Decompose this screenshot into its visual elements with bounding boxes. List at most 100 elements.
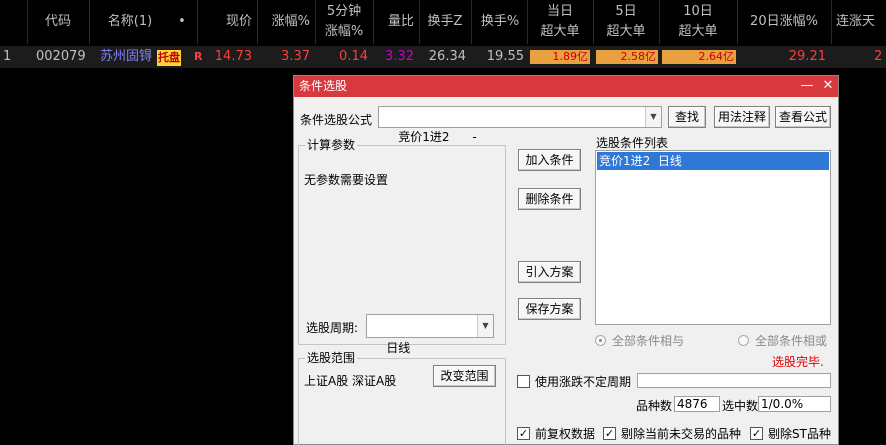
header-volume-ratio[interactable]: 量比 xyxy=(374,0,418,44)
header-today-big[interactable]: 当日 超大单 xyxy=(528,0,592,44)
checkbox-icon xyxy=(517,375,530,388)
period-select[interactable]: 日线 ▼ xyxy=(366,314,494,355)
add-condition-button[interactable]: 加入条件 xyxy=(518,149,581,171)
row-five-min: 0.14 xyxy=(339,49,368,64)
header-d10-big[interactable]: 10日 超大单 xyxy=(660,0,736,44)
radio-or-label: 全部条件相或 xyxy=(755,334,828,348)
header-name[interactable]: 名称(1) xyxy=(90,0,170,44)
header-divider xyxy=(27,0,28,44)
check-icon: ✓ xyxy=(603,427,616,440)
header-dot: • xyxy=(178,14,186,29)
uncertain-period-label: 使用涨跌不定周期 xyxy=(535,375,632,389)
header-turnover[interactable]: 换手% xyxy=(472,0,528,44)
usage-notes-button[interactable]: 用法注释 xyxy=(714,106,770,128)
header-divider xyxy=(197,0,198,44)
header-divider xyxy=(659,0,660,44)
header-today-line1: 当日 xyxy=(546,4,573,19)
remove-untraded-checkbox[interactable]: ✓ 剔除当前未交易的品种 xyxy=(603,425,741,442)
minimize-icon[interactable]: — xyxy=(799,76,815,97)
row-d5-big-bar: 2.58亿 xyxy=(596,50,658,64)
radio-dot-icon xyxy=(738,335,749,346)
delete-condition-button[interactable]: 删除条件 xyxy=(518,188,581,210)
header-divider xyxy=(831,0,832,44)
row-name[interactable]: 苏州固锝 xyxy=(100,46,152,68)
count-value: 4876 xyxy=(674,396,720,412)
chevron-down-icon[interactable]: ▼ xyxy=(645,107,661,127)
header-price[interactable]: 现价 xyxy=(200,0,256,44)
row-change-pct: 3.37 xyxy=(281,49,310,64)
header-d10-line1: 10日 xyxy=(683,4,713,19)
header-turnover-z[interactable]: 换手Z xyxy=(420,0,470,44)
header-d20[interactable]: 20日涨幅% xyxy=(738,0,830,44)
count-label: 品种数 xyxy=(636,399,673,413)
selected-label: 选中数 xyxy=(722,399,759,413)
period-select-value: 日线 xyxy=(386,341,411,355)
range-text: 上证A股 深证A股 xyxy=(304,374,397,388)
header-d5-big[interactable]: 5日 超大单 xyxy=(594,0,658,44)
header-divider xyxy=(257,0,258,44)
row-index: 1 xyxy=(3,49,12,64)
radio-dot-icon xyxy=(595,335,606,346)
check-icon: ✓ xyxy=(517,427,530,440)
chevron-down-icon[interactable]: ▼ xyxy=(477,315,493,337)
status-text: 选股完毕. xyxy=(772,355,824,369)
row-volume-ratio: 3.32 xyxy=(385,49,414,64)
row-d20: 29.21 xyxy=(788,49,826,64)
header-divider xyxy=(373,0,374,44)
header-divider xyxy=(737,0,738,44)
check-icon: ✓ xyxy=(750,427,763,440)
params-group-title: 计算参数 xyxy=(305,138,358,152)
change-range-button[interactable]: 改变范围 xyxy=(433,365,496,387)
header-d10-line2: 超大单 xyxy=(678,24,718,39)
header-change-pct[interactable]: 涨幅% xyxy=(258,0,314,44)
header-divider xyxy=(527,0,528,44)
condition-listbox[interactable]: 竞价1进2 日线 xyxy=(595,150,831,325)
remove-st-label: 剔除ST品种 xyxy=(768,427,831,441)
condition-select-dialog: 条件选股 — ✕ 条件选股公式 竞价1进2 - ▼ 查找 用法注释 查看公式 计… xyxy=(293,75,839,445)
formula-label: 条件选股公式 xyxy=(300,113,373,127)
selected-value: 1/0.0% xyxy=(758,396,831,412)
header-divider xyxy=(471,0,472,44)
condition-list-label: 选股条件列表 xyxy=(596,136,669,150)
remove-untraded-label: 剔除当前未交易的品种 xyxy=(621,427,742,441)
adjusted-data-checkbox[interactable]: ✓ 前复权数据 xyxy=(517,425,595,442)
params-text: 无参数需要设置 xyxy=(304,173,389,187)
radio-and[interactable]: 全部条件相与 xyxy=(595,332,684,349)
header-divider xyxy=(593,0,594,44)
adjusted-data-label: 前复权数据 xyxy=(535,427,596,441)
formula-select-value: 竞价1进2 - xyxy=(398,130,477,144)
close-icon[interactable]: ✕ xyxy=(820,76,836,97)
dialog-titlebar[interactable]: 条件选股 xyxy=(294,76,838,97)
save-plan-button[interactable]: 保存方案 xyxy=(518,298,581,320)
header-index xyxy=(0,0,28,44)
uncertain-period-checkbox[interactable]: 使用涨跌不定周期 xyxy=(517,373,631,390)
uncertain-period-field[interactable] xyxy=(637,373,831,388)
row-code: 002079 xyxy=(36,49,86,64)
header-five-min-line1: 5分钟 xyxy=(326,4,362,19)
row-d10-big-bar: 2.64亿 xyxy=(662,50,736,64)
header-d5-line2: 超大单 xyxy=(606,24,646,39)
header-divider xyxy=(89,0,90,44)
import-plan-button[interactable]: 引入方案 xyxy=(518,261,581,283)
range-group-title: 选股范围 xyxy=(305,351,358,365)
header-code[interactable]: 代码 xyxy=(28,0,88,44)
header-divider xyxy=(315,0,316,44)
search-button[interactable]: 查找 xyxy=(668,106,706,128)
header-five-min-line2: 涨幅% xyxy=(324,24,364,39)
condition-list-item[interactable]: 竞价1进2 日线 xyxy=(597,152,829,170)
header-limit-days[interactable]: 连涨天 xyxy=(832,0,886,44)
row-turnover-z: 26.34 xyxy=(428,49,466,64)
radio-and-label: 全部条件相与 xyxy=(612,334,685,348)
table-row[interactable]: 1 002079 苏州固锝 托盘 R 14.73 3.37 0.14 3.32 … xyxy=(0,46,886,68)
row-limit-days: 2 xyxy=(874,49,883,64)
remove-st-checkbox[interactable]: ✓ 剔除ST品种 xyxy=(750,425,831,442)
view-formula-button[interactable]: 查看公式 xyxy=(775,106,831,128)
radio-or[interactable]: 全部条件相或 xyxy=(738,332,827,349)
dialog-title: 条件选股 xyxy=(299,79,348,93)
grid-header: 代码 名称(1) • 现价 涨幅% 5分钟 涨幅% 量比 换手Z 换手% 当日 … xyxy=(0,0,886,44)
header-divider xyxy=(419,0,420,44)
formula-select[interactable]: 竞价1进2 - ▼ xyxy=(378,106,662,144)
period-label: 选股周期: xyxy=(306,321,359,335)
header-five-min[interactable]: 5分钟 涨幅% xyxy=(316,0,372,44)
row-turnover: 19.55 xyxy=(486,49,524,64)
